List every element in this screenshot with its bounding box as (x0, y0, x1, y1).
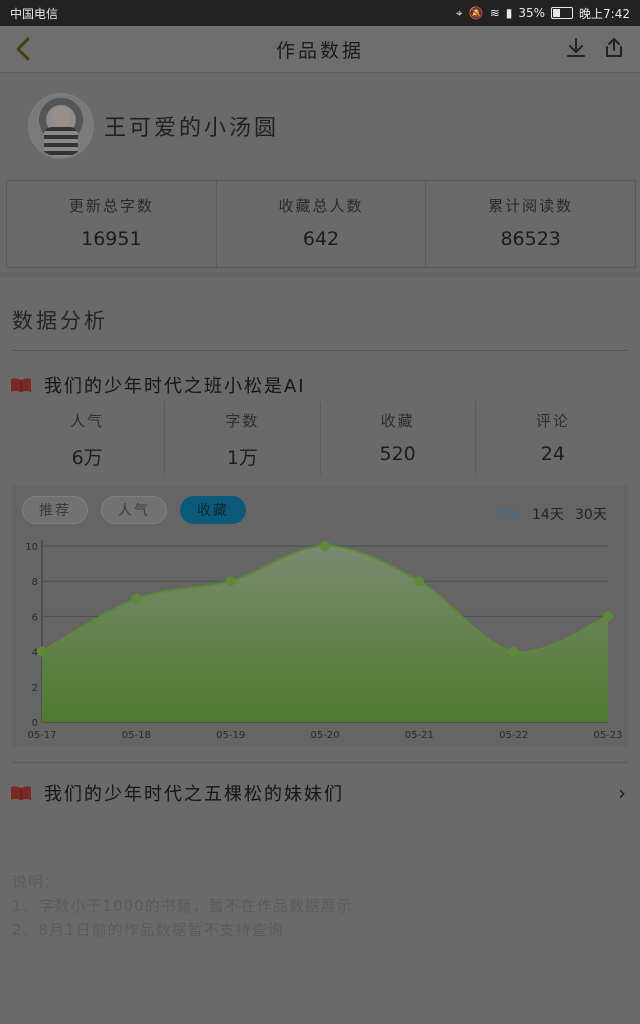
x-tick-label: 05-22 (499, 730, 528, 741)
data-point (320, 541, 330, 551)
area-fill (42, 546, 608, 722)
carrier-label: 中国电信 (10, 6, 59, 21)
x-tick-label: 05-18 (122, 730, 151, 741)
status-bar: 中国电信 ⌖ 🔕 ≋ ▮ 35% 晚上7:42 (0, 0, 640, 26)
y-tick-label: 2 (32, 683, 38, 694)
favorites-area-chart: 0 2 4 6 8 10 05-17 05-18 05-19 05-20 05-21 05-22 05-… (25, 540, 623, 741)
book-row-2[interactable]: 我们的少年时代之五棵松的妹妹们 › (10, 778, 630, 808)
book-row-1[interactable]: 我们的少年时代之班小松是AI (10, 370, 630, 400)
data-point (508, 646, 519, 657)
analysis-divider (12, 350, 628, 351)
metric-comments: 评论 24 (476, 402, 630, 474)
y-tick-label: 0 (32, 718, 38, 729)
metric-word-count: 字数 1万 (165, 402, 321, 474)
back-arrow-icon[interactable] (10, 35, 38, 63)
x-tick-label: 05-17 (27, 730, 56, 741)
profile-header: 王可爱的小汤圆 (0, 72, 640, 180)
data-point (603, 611, 613, 622)
range-30-days[interactable]: 30天 (575, 504, 607, 524)
notes-line-2: 2、8月1日前的作品数据暂不支持查询 (12, 921, 284, 939)
battery-percent: 35% (518, 6, 546, 20)
page-title: 作品数据 (275, 39, 364, 62)
metric-value: 24 (540, 443, 565, 465)
book-icon (11, 378, 31, 392)
metric-value: 1万 (226, 447, 258, 469)
data-point (414, 576, 425, 587)
x-tick-label: 05-23 (593, 730, 622, 741)
stat-total-favorites: 收藏总人数 642 (217, 181, 427, 267)
stat-value: 16951 (81, 228, 142, 250)
range-14-days[interactable]: 14天 (532, 504, 564, 524)
stat-total-words: 更新总字数 16951 (7, 181, 217, 267)
signal-icon: ▮ (505, 6, 513, 20)
wifi-icon: ≋ (489, 6, 500, 20)
mute-icon: 🔕 (468, 6, 484, 20)
avatar[interactable] (28, 93, 94, 159)
tab-favorites[interactable]: 收藏 (180, 496, 246, 524)
data-point (225, 576, 236, 587)
analysis-title: 数据分析 (12, 309, 108, 333)
battery-icon (551, 7, 574, 19)
stats-summary: 更新总字数 16951 收藏总人数 642 累计阅读数 86523 (6, 180, 636, 268)
range-7-days[interactable]: 7天 (496, 504, 519, 524)
book-separator (12, 762, 628, 763)
location-icon: ⌖ (455, 5, 463, 20)
book-icon (11, 786, 31, 800)
share-icon[interactable] (602, 36, 626, 60)
metric-label: 评论 (535, 412, 570, 430)
metric-popularity: 人气 6万 (10, 402, 166, 474)
y-tick-label: 6 (32, 612, 38, 623)
username: 王可爱的小汤圆 (104, 116, 280, 141)
nav-bar: 作品数据 (0, 26, 640, 73)
tab-popularity[interactable]: 人气 (101, 496, 167, 524)
book-title: 我们的少年时代之班小松是AI (44, 376, 306, 397)
stat-label: 收藏总人数 (278, 197, 364, 215)
clock: 晚上7:42 (579, 6, 630, 21)
x-tick-label: 05-19 (216, 730, 245, 741)
notes-heading: 说明： (12, 873, 61, 891)
book-title: 我们的少年时代之五棵松的妹妹们 (44, 784, 344, 805)
data-point (131, 593, 142, 604)
x-tick-label: 05-21 (405, 730, 434, 741)
metric-value: 520 (379, 443, 416, 465)
notes: 说明： 1、字数小于1000的书籍，暂不在作品数据展示 2、8月1日前的作品数据… (12, 870, 353, 942)
metric-label: 字数 (225, 412, 260, 430)
stat-label: 更新总字数 (68, 197, 154, 215)
notes-line-1: 1、字数小于1000的书籍，暂不在作品数据展示 (12, 897, 353, 915)
metric-label: 收藏 (380, 412, 415, 430)
x-tick-label: 05-20 (310, 730, 339, 741)
y-tick-label: 10 (25, 542, 38, 553)
stat-label: 累计阅读数 (488, 197, 574, 215)
y-tick-label: 4 (32, 648, 38, 659)
metric-label: 人气 (70, 412, 105, 430)
chevron-right-icon[interactable]: › (618, 781, 626, 805)
y-tick-label: 8 (32, 577, 38, 588)
stat-value: 86523 (500, 228, 561, 250)
download-icon[interactable] (564, 36, 588, 60)
stat-total-reads: 累计阅读数 86523 (426, 181, 635, 267)
section-divider (0, 272, 640, 278)
stat-value: 642 (302, 228, 340, 250)
metric-value: 6万 (71, 447, 103, 469)
data-point (37, 646, 47, 657)
metric-favorites: 收藏 520 (321, 402, 476, 474)
status-icons: ⌖ 🔕 ≋ ▮ 35% 晚上7:42 (456, 5, 630, 22)
book-metrics: 人气 6万 字数 1万 收藏 520 评论 24 (10, 402, 630, 474)
chart-panel: 推荐 人气 收藏 7天 14天 30天 0 2 4 6 8 10 05-17 05-18 05-… (12, 486, 628, 746)
tab-recommend[interactable]: 推荐 (22, 496, 88, 524)
